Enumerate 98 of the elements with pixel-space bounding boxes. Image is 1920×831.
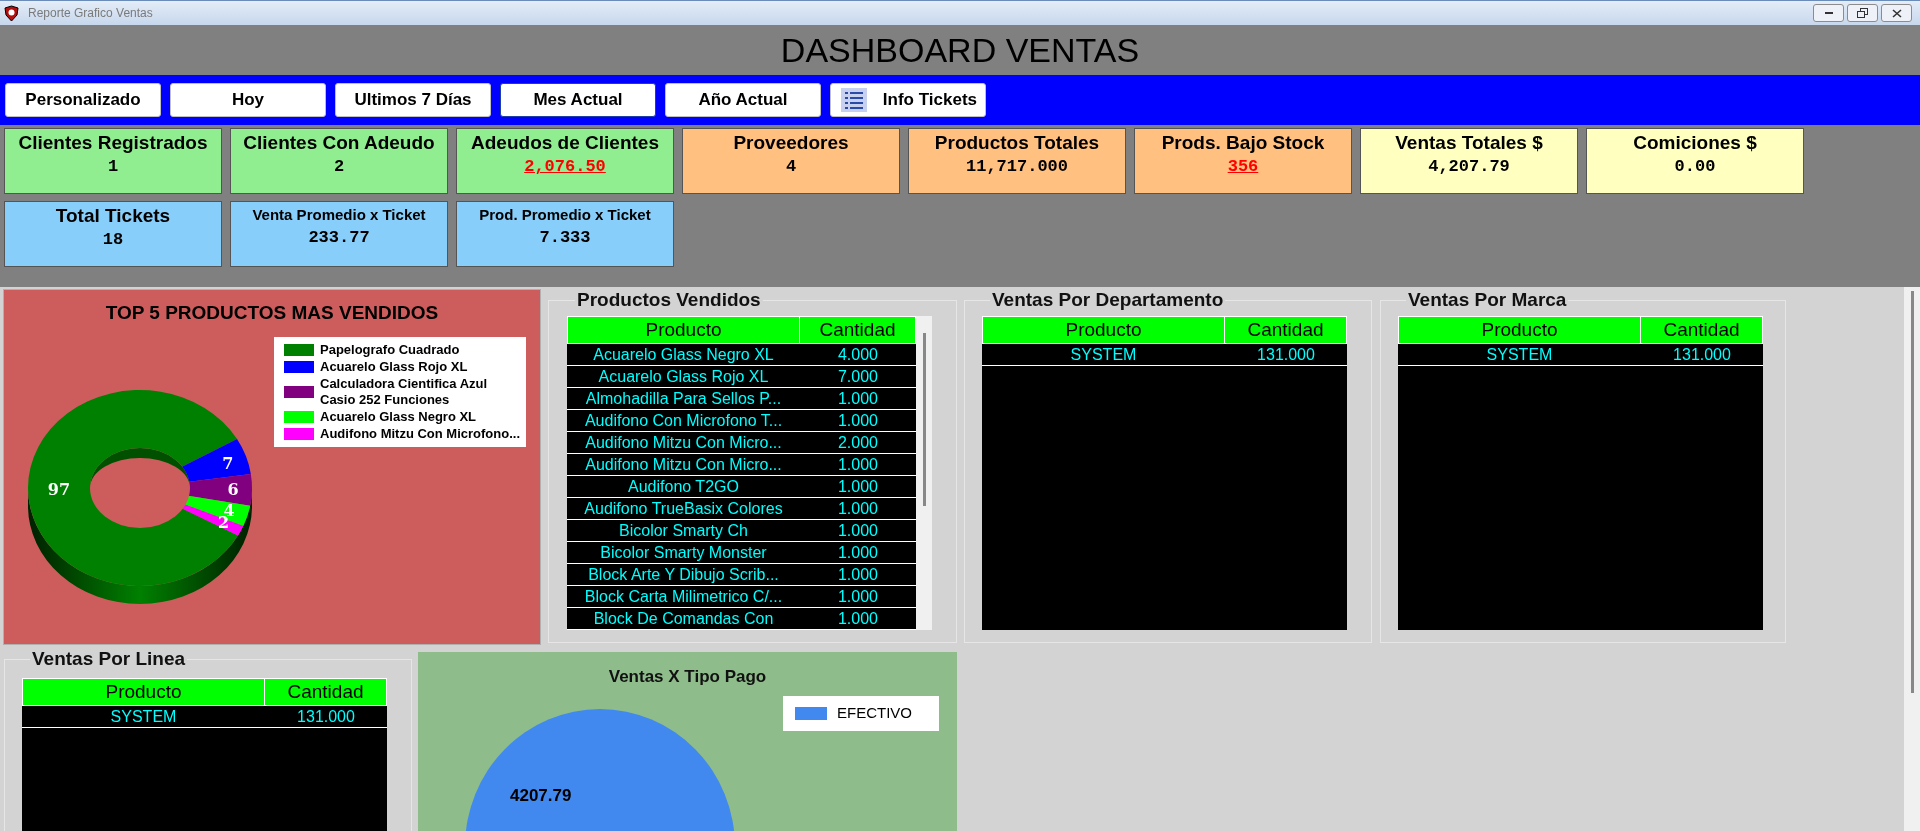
data-label: 7 bbox=[222, 453, 234, 473]
window-title: Reporte Grafico Ventas bbox=[28, 5, 154, 22]
data-label: 6 bbox=[227, 480, 239, 500]
table-cell-text: Audifono TrueBasix Colores bbox=[583, 498, 784, 519]
data-label: 4207.79 bbox=[510, 786, 572, 805]
table-cell-text: 1.000 bbox=[836, 542, 879, 563]
column-header[interactable]: Cantidad bbox=[265, 679, 386, 705]
table-cell-text: 1.000 bbox=[836, 498, 879, 519]
filter-button[interactable]: Personalizado bbox=[5, 83, 161, 117]
stat-value: 11,717.000 bbox=[966, 156, 1068, 178]
column-header[interactable]: Cantidad bbox=[1641, 317, 1762, 343]
table-cell-text: Block Carta Milimetrico C/... bbox=[583, 586, 784, 607]
stat-value: 4,207.79 bbox=[1428, 156, 1510, 178]
stat-value: 7.333 bbox=[539, 227, 591, 249]
close-icon bbox=[1891, 8, 1902, 18]
table-cell-text: 2.000 bbox=[836, 432, 879, 453]
table-cell-text: Audifono Con Microfono T... bbox=[583, 410, 784, 431]
table-cell-text: Audifono Mitzu Con Micro... bbox=[584, 432, 783, 453]
table-cell-text: Bicolor Smarty Monster bbox=[599, 542, 768, 563]
dashboard-title: DASHBOARD VENTAS bbox=[780, 29, 1140, 71]
table-cell-text: 1.000 bbox=[836, 586, 879, 607]
table-cell-text: 4.000 bbox=[836, 344, 879, 365]
column-header[interactable]: Producto bbox=[568, 317, 800, 343]
column-header[interactable]: Producto bbox=[23, 679, 265, 705]
group-title: Productos Vendidos bbox=[576, 289, 762, 311]
table-cell-text: 1.000 bbox=[836, 388, 879, 409]
group-title: Ventas Por Linea bbox=[31, 648, 187, 670]
table-cell-text: 1.000 bbox=[836, 608, 879, 629]
column-header[interactable]: Producto bbox=[983, 317, 1225, 343]
stat-value: 356 bbox=[1227, 156, 1259, 178]
stat-value: 1 bbox=[107, 156, 119, 178]
list-icon bbox=[841, 88, 867, 112]
stat-label: Adeudos de Clientes bbox=[471, 131, 659, 155]
stat-value: 0.00 bbox=[1674, 156, 1716, 178]
minimize-button[interactable] bbox=[1813, 4, 1844, 22]
table-cell-text: 131.000 bbox=[1672, 344, 1732, 365]
table-cell-text: 131.000 bbox=[296, 706, 356, 727]
restore-icon bbox=[1857, 8, 1868, 18]
table-cell-text: Almohadilla Para Sellos P... bbox=[584, 388, 783, 409]
table-cell-text: 1.000 bbox=[836, 454, 879, 475]
filter-button[interactable]: Hoy bbox=[170, 83, 326, 117]
restore-button[interactable] bbox=[1847, 4, 1878, 22]
table-cell-text: 1.000 bbox=[836, 520, 879, 541]
legend-label: Acuarelo Glass Rojo XL bbox=[320, 359, 468, 375]
legend-label: Papelografo Cuadrado bbox=[320, 342, 460, 358]
stat-label: Productos Totales bbox=[934, 131, 1100, 155]
column-header[interactable]: Cantidad bbox=[800, 317, 915, 343]
table-cell-text: 1.000 bbox=[836, 410, 879, 431]
scrollbar[interactable] bbox=[916, 316, 932, 630]
stat-label: Venta Promedio x Ticket bbox=[252, 205, 426, 225]
stat-label: Clientes Con Adeudo bbox=[243, 131, 435, 155]
data-label: 97 bbox=[47, 479, 71, 499]
filter-button[interactable]: Info Tickets bbox=[830, 83, 986, 117]
table-cell-text: 1.000 bbox=[836, 476, 879, 497]
table-cell-text: Acuarelo Glass Rojo XL bbox=[597, 366, 770, 387]
table-cell-text: Block Arte Y Dibujo Scrib... bbox=[587, 564, 780, 585]
legend-label: EFECTIVO bbox=[837, 703, 912, 724]
table-cell-text: SYSTEM bbox=[1485, 344, 1554, 365]
scrollbar[interactable] bbox=[1904, 287, 1920, 831]
table-cell-text: Acuarelo Glass Negro XL bbox=[592, 344, 775, 365]
stat-value: 4 bbox=[785, 156, 797, 178]
legend-label: Acuarelo Glass Negro XL bbox=[320, 409, 477, 425]
stat-value: 233.77 bbox=[308, 227, 370, 249]
table-cell-text: SYSTEM bbox=[109, 706, 178, 727]
table-cell-text: 131.000 bbox=[1256, 344, 1316, 365]
table-cell-text: Audifono T2GO bbox=[627, 476, 740, 497]
table-cell-text: 7.000 bbox=[836, 366, 879, 387]
minimize-icon bbox=[1823, 11, 1834, 15]
chart-title: TOP 5 PRODUCTOS MAS VENDIDOS bbox=[105, 301, 439, 325]
stat-label: Clientes Registrados bbox=[18, 131, 208, 155]
table-cell-text: Bicolor Smarty Ch bbox=[618, 520, 749, 541]
table-cell-text: Block De Comandas Con bbox=[592, 608, 775, 629]
stat-label: Proveedores bbox=[733, 131, 849, 155]
table-cell-text: Audifono Mitzu Con Micro... bbox=[584, 454, 783, 475]
legend-label: Audifono Mitzu Con Microfono... bbox=[320, 426, 520, 442]
stat-label: Prod. Promedio x Ticket bbox=[479, 205, 651, 225]
scrollbar-thumb[interactable] bbox=[1910, 291, 1914, 693]
filter-button[interactable]: Año Actual bbox=[665, 83, 821, 117]
close-button[interactable] bbox=[1881, 4, 1912, 22]
stat-label: Ventas Totales $ bbox=[1395, 131, 1543, 155]
group-title: Ventas Por Marca bbox=[1407, 289, 1568, 311]
column-header[interactable]: Producto bbox=[1399, 317, 1641, 343]
chart-title: Ventas X Tipo Pago bbox=[608, 666, 767, 688]
scrollbar-thumb[interactable] bbox=[922, 333, 926, 506]
filter-button[interactable]: Ultimos 7 Días bbox=[335, 83, 491, 117]
filter-button[interactable]: Mes Actual bbox=[500, 83, 656, 117]
stat-value: 2,076.50 bbox=[524, 156, 606, 178]
stat-value: 2 bbox=[333, 156, 345, 178]
column-header[interactable]: Cantidad bbox=[1225, 317, 1346, 343]
stat-label: Prods. Bajo Stock bbox=[1161, 131, 1325, 155]
stat-value: 18 bbox=[102, 229, 124, 251]
stat-label: Total Tickets bbox=[55, 204, 171, 228]
stat-label: Comiciones $ bbox=[1633, 131, 1757, 155]
table-cell-text: 1.000 bbox=[836, 564, 879, 585]
legend-label: Calculadora Cientifica Azul Casio 252 Funciones bbox=[320, 376, 489, 408]
table-cell-text: SYSTEM bbox=[1069, 344, 1138, 365]
group-title: Ventas Por Departamento bbox=[991, 289, 1225, 311]
app-icon bbox=[3, 4, 20, 22]
